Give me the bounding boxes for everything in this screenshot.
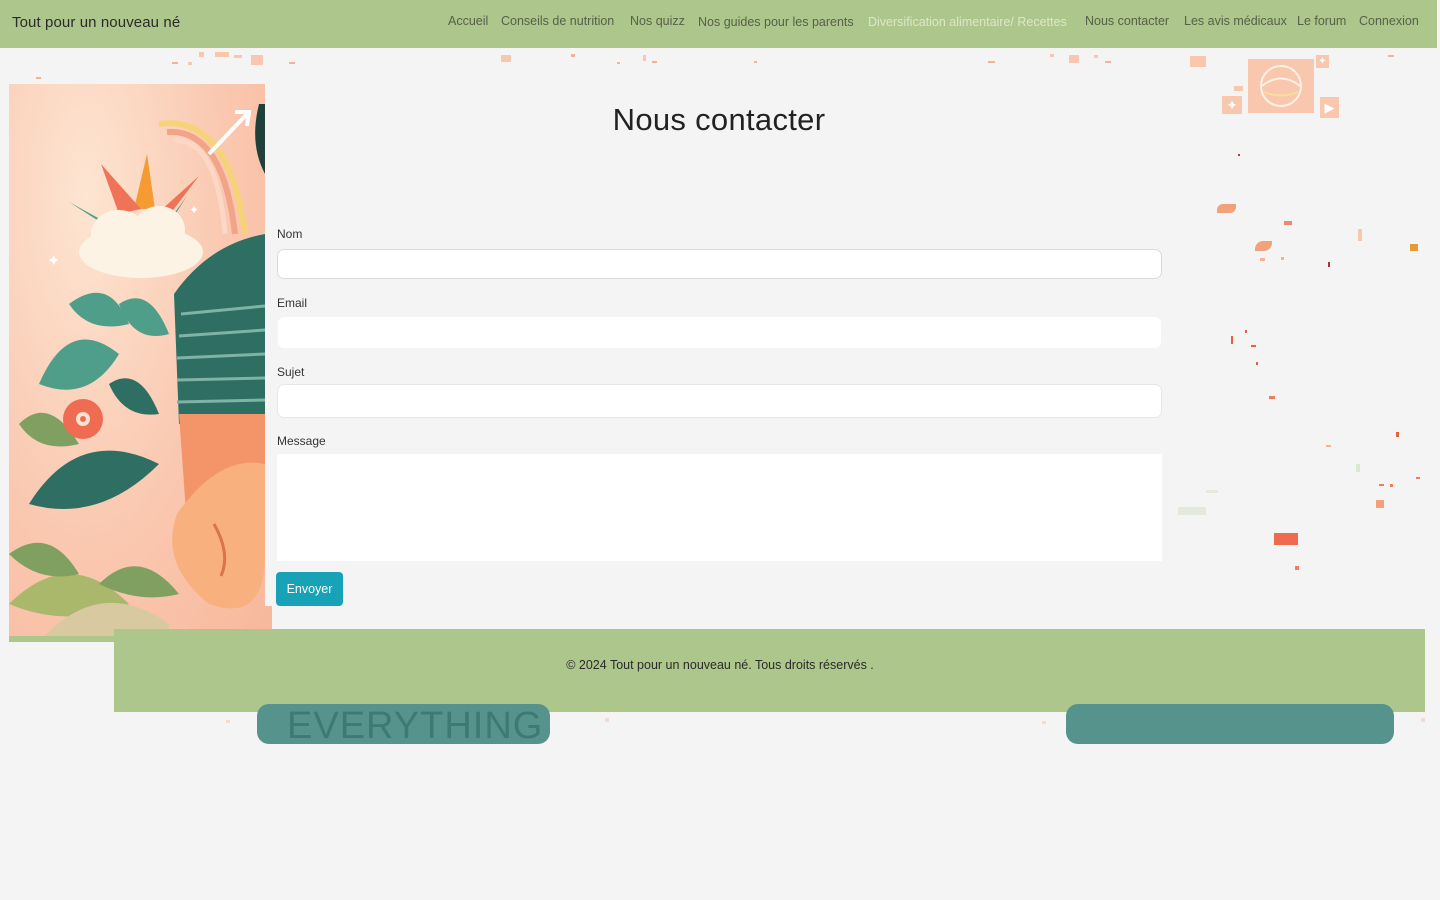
nav-link-connexion[interactable]: Connexion bbox=[1359, 14, 1419, 28]
nav-link-conseils-nutrition[interactable]: Conseils de nutrition bbox=[501, 14, 614, 28]
illustration-base-strip bbox=[9, 636, 115, 642]
submit-button[interactable]: Envoyer bbox=[276, 572, 343, 606]
svg-text:✦: ✦ bbox=[189, 203, 199, 217]
message-label: Message bbox=[277, 434, 326, 448]
nav-link-avis-medicaux[interactable]: Les avis médicaux bbox=[1184, 14, 1287, 28]
message-textarea[interactable] bbox=[277, 454, 1162, 561]
footer: © 2024 Tout pour un nouveau né. Tous dro… bbox=[114, 629, 1425, 712]
email-label: Email bbox=[277, 296, 308, 310]
subject-label: Sujet bbox=[277, 365, 305, 379]
page-title: Nous contacter bbox=[612, 102, 826, 137]
nav-link-forum[interactable]: Le forum bbox=[1297, 14, 1346, 28]
everything-banner: EVERYTHING bbox=[257, 704, 550, 744]
baby-hand-illustration: ✦ ✦ bbox=[9, 84, 265, 642]
nav-link-contact[interactable]: Nous contacter bbox=[1085, 14, 1169, 28]
sparkle-icon: ✦ bbox=[1316, 55, 1329, 68]
name-input[interactable] bbox=[277, 249, 1162, 279]
nav-links: Accueil Conseils de nutrition Nos quizz … bbox=[0, 0, 1437, 48]
nav-link-guides-parents[interactable]: Nos guides pour les parents bbox=[698, 15, 854, 29]
everything-banner-text: EVERYTHING bbox=[287, 705, 544, 744]
email-input[interactable] bbox=[277, 316, 1162, 349]
subject-input[interactable] bbox=[277, 384, 1162, 418]
bottom-right-banner bbox=[1066, 704, 1394, 744]
nav-link-quizz[interactable]: Nos quizz bbox=[630, 14, 685, 28]
top-navbar: Tout pour un nouveau né Accueil Conseils… bbox=[0, 0, 1437, 48]
footer-copyright: © 2024 Tout pour un nouveau né. Tous dro… bbox=[566, 658, 874, 672]
nav-link-accueil[interactable]: Accueil bbox=[448, 14, 488, 28]
nav-link-diversification-recettes[interactable]: Diversification alimentaire/ Recettes bbox=[868, 15, 1067, 29]
illustration-edge bbox=[265, 606, 272, 630]
name-label: Nom bbox=[277, 227, 303, 241]
svg-text:✦: ✦ bbox=[47, 251, 60, 270]
